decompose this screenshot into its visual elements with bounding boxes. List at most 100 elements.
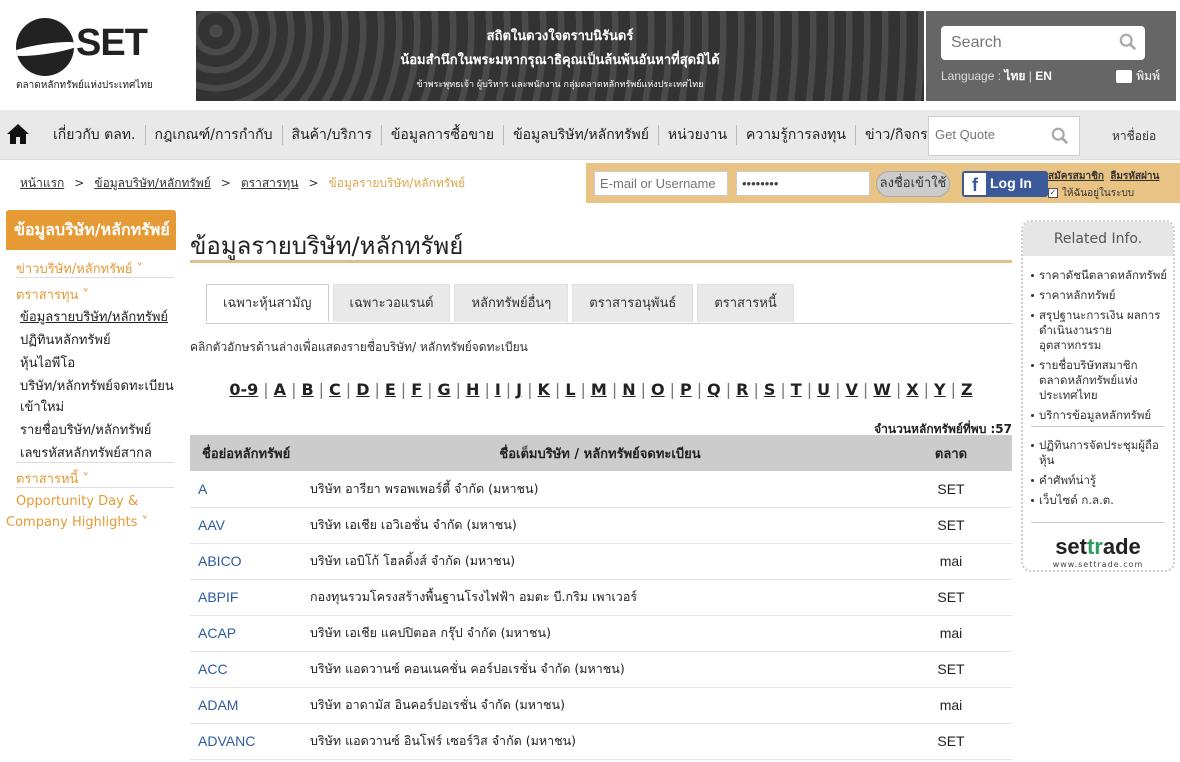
table-row[interactable]: ACAP บริษัท เอเชีย แคปปิตอล กรุ๊ป จำกัด (… [190, 615, 1012, 652]
alpha-link[interactable]: G [438, 380, 451, 399]
alpha-link[interactable]: P [680, 380, 692, 399]
sidebar-item-new-listed-2[interactable]: เข้าใหม่ [20, 396, 64, 417]
nav-item-knowledge[interactable]: ความรู้การลงทุน [736, 125, 855, 145]
search-input[interactable] [951, 32, 1111, 54]
row-symbol[interactable]: ACC [190, 651, 310, 688]
quote-search-icon[interactable] [1051, 127, 1069, 145]
nav-item-about[interactable]: เกี่ยวกับ ตลท. [44, 125, 145, 145]
related-link[interactable]: รายชื่อบริษัทสมาชิก ตลาดหลักทรัพย์แห่งปร… [1031, 358, 1173, 403]
related-link[interactable]: เว็บไซต์ ก.ล.ต. [1031, 493, 1173, 508]
row-symbol[interactable]: AAV [190, 507, 310, 544]
set-logo[interactable]: SET ตลาดหลักทรัพย์แห่งประเทศไทย [16, 18, 186, 98]
sidebar-section-oppday-2[interactable]: Company Highlights ˅ [6, 515, 148, 530]
alpha-link[interactable]: R [736, 380, 748, 399]
alpha-link[interactable]: L [565, 380, 575, 399]
table-row[interactable]: ADAM บริษัท อาดามัส อินคอร์ปอเรชั่น จำกัด… [190, 687, 1012, 724]
sidebar-section-equity[interactable]: ตราสารทุน ˅ [16, 284, 89, 305]
home-icon[interactable] [6, 122, 30, 146]
related-link[interactable]: สรุปฐานะการเงิน ผลการดำเนินงานรายอุตสาหก… [1031, 308, 1173, 353]
nav-item-rules[interactable]: กฎเกณฑ์/การกำกับ [144, 125, 282, 145]
row-symbol[interactable]: ACAP [190, 615, 310, 652]
nav-item-trading[interactable]: ข้อมูลการซื้อขาย [380, 125, 503, 145]
sidebar-item-isin[interactable]: เลขรหัสหลักทรัพย์สากล [20, 442, 152, 463]
table-row[interactable]: AAV บริษัท เอเชีย เอวิเอชั่น จำกัด (มหาชน… [190, 507, 1012, 544]
alpha-link[interactable]: Y [934, 380, 946, 399]
print-button[interactable]: พิมพ์ [1116, 67, 1160, 86]
alpha-link[interactable]: A [274, 380, 286, 399]
nav-item-units[interactable]: หน่วยงาน [657, 125, 736, 145]
table-row[interactable]: ACC บริษัท แอดวานซ์ คอนเนคชั่น คอร์ปอเรชั… [190, 651, 1012, 688]
alpha-link[interactable]: D [356, 380, 369, 399]
row-symbol[interactable]: ABICO [190, 543, 310, 580]
tab-bonds[interactable]: ตราสารหนี้ [697, 284, 794, 322]
sidebar-item-calendar[interactable]: ปฏิทินหลักทรัพย์ [20, 329, 111, 350]
related-link[interactable]: ราคาหลักทรัพย์ [1031, 288, 1173, 303]
sidebar-section-news[interactable]: ข่าวบริษัท/หลักทรัพย์ ˅ [16, 258, 143, 279]
alpha-link[interactable]: C [329, 380, 341, 399]
password-field[interactable] [736, 171, 870, 196]
alpha-link[interactable]: F [411, 380, 422, 399]
alpha-link[interactable]: T [791, 380, 802, 399]
row-symbol[interactable]: ADAM [190, 687, 310, 724]
sidebar-item-ipo[interactable]: หุ้นไอพีโอ [20, 352, 75, 373]
alpha-link[interactable]: 0-9 [229, 380, 258, 399]
alpha-link[interactable]: J [516, 380, 522, 399]
settrade-logo[interactable]: settrade www.settrade.com [1023, 534, 1173, 569]
table-row[interactable]: ABPIF กองทุนรวมโครงสร้างพื้นฐานโรงไฟฟ้า อ… [190, 579, 1012, 616]
alpha-link[interactable]: V [845, 380, 857, 399]
find-symbol-link[interactable]: หาชื่อย่อ [1112, 127, 1156, 146]
col-header-market[interactable]: ตลาด [890, 435, 1012, 471]
facebook-login-button[interactable]: f Log In [962, 171, 1048, 197]
forgot-password-link[interactable]: ลืมรหัสผ่าน [1110, 171, 1159, 182]
related-link[interactable]: คำศัพท์น่ารู้ [1031, 473, 1173, 488]
quote-input[interactable] [935, 127, 1045, 142]
breadcrumb-home[interactable]: หน้าแรก [20, 176, 64, 190]
alpha-link[interactable]: Q [707, 380, 721, 399]
alpha-link[interactable]: N [622, 380, 635, 399]
table-row[interactable]: A บริษัท อารียา พรอพเพอร์ตี้ จำกัด (มหาชน… [190, 471, 1012, 508]
alpha-link[interactable]: K [538, 380, 550, 399]
related-link[interactable]: ปฏิทินการจัดประชุมผู้ถือหุ้น [1031, 438, 1173, 468]
remember-checkbox[interactable]: ✓ [1048, 188, 1058, 198]
related-link[interactable]: บริการข้อมูลหลักทรัพย์ [1031, 408, 1173, 423]
table-row[interactable]: ADVANC บริษัท แอดวานซ์ อินโฟร์ เซอร์วิส จ… [190, 723, 1012, 760]
sidebar-item-company-info[interactable]: ข้อมูลรายบริษัท/หลักทรัพย์ [20, 306, 168, 327]
alpha-link[interactable]: W [873, 380, 891, 399]
table-row[interactable]: ABICO บริษัท เอบิโก้ โฮลดิ้งส์ จำกัด (มหา… [190, 543, 1012, 580]
alpha-link[interactable]: Z [961, 380, 973, 399]
sidebar-item-new-listed[interactable]: บริษัท/หลักทรัพย์จดทะเบียน [20, 375, 174, 396]
alpha-link[interactable]: E [385, 380, 396, 399]
login-button[interactable]: ลงชื่อเข้าใช้ [876, 171, 950, 197]
tab-other[interactable]: หลักทรัพย์อื่นๆ [454, 284, 569, 322]
related-link[interactable]: ราคาดัชนีตลาดหลักทรัพย์ [1031, 268, 1173, 283]
table-header-row: ชื่อย่อหลักทรัพย์ ชื่อเต็มบริษัท / หลักท… [190, 435, 1012, 471]
col-header-symbol[interactable]: ชื่อย่อหลักทรัพย์ [190, 435, 310, 471]
row-symbol[interactable]: ADVANC [190, 723, 310, 760]
alpha-link[interactable]: I [495, 380, 501, 399]
alpha-link[interactable]: B [301, 380, 313, 399]
alpha-link[interactable]: X [906, 380, 918, 399]
lang-th-link[interactable]: ไทย [1004, 69, 1025, 83]
tab-common-stock[interactable]: เฉพาะหุ้นสามัญ [206, 284, 329, 322]
row-symbol[interactable]: A [190, 471, 310, 508]
nav-item-products[interactable]: สินค้า/บริการ [281, 125, 381, 145]
alpha-link[interactable]: U [817, 380, 830, 399]
email-field[interactable] [594, 171, 728, 196]
search-icon[interactable] [1119, 33, 1137, 51]
sidebar-section-debt[interactable]: ตราสารหนี้ ˅ [16, 468, 89, 489]
nav-item-company[interactable]: ข้อมูลบริษัท/หลักทรัพย์ [503, 125, 658, 145]
breadcrumb-company[interactable]: ข้อมูลบริษัท/หลักทรัพย์ [94, 176, 210, 190]
register-link[interactable]: สมัครสมาชิก [1048, 171, 1104, 182]
alpha-link[interactable]: M [591, 380, 607, 399]
breadcrumb-equity[interactable]: ตราสารทุน [241, 176, 299, 190]
tab-warrant[interactable]: เฉพาะวอแรนต์ [332, 284, 451, 322]
alpha-link[interactable]: S [764, 380, 776, 399]
alpha-link[interactable]: O [651, 380, 665, 399]
row-symbol[interactable]: ABPIF [190, 579, 310, 616]
lang-en-link[interactable]: EN [1035, 69, 1052, 83]
sidebar-section-oppday[interactable]: Opportunity Day & [16, 494, 138, 509]
tab-derivatives[interactable]: ตราสารอนุพันธ์ [572, 284, 694, 322]
alpha-link[interactable]: H [466, 380, 479, 399]
col-header-name[interactable]: ชื่อเต็มบริษัท / หลักทรัพย์จดทะเบียน [310, 435, 890, 471]
sidebar-item-list[interactable]: รายชื่อบริษัท/หลักทรัพย์ [20, 419, 151, 440]
